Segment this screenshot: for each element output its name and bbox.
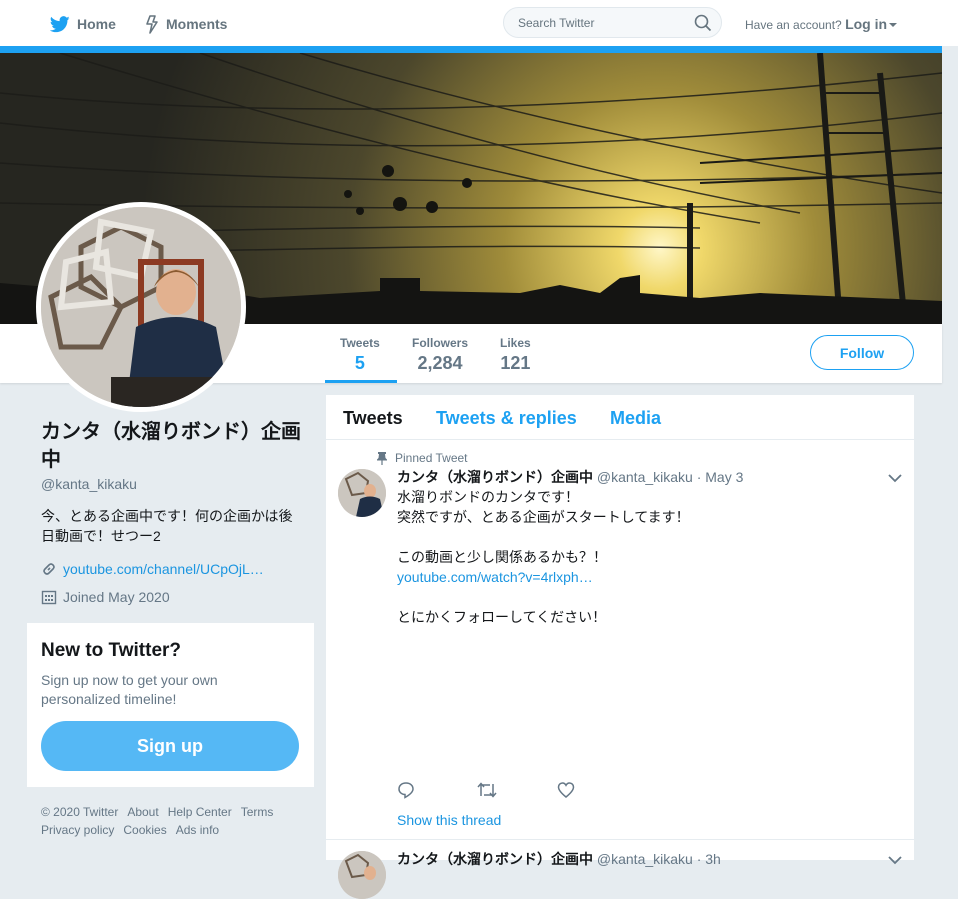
accent-strip (0, 46, 942, 53)
pin-icon (377, 452, 387, 465)
retweet-button[interactable] (477, 781, 557, 804)
tweet-link[interactable]: youtube.com/watch?v=4rlxph… (397, 569, 593, 585)
pinned-tweet-label: Pinned Tweet (376, 451, 468, 465)
retweet-icon (477, 782, 497, 798)
profile-url-link[interactable]: youtube.com/channel/UCpOjL… (63, 561, 264, 577)
footer-cookies[interactable]: Cookies (123, 823, 166, 837)
tweet-header: カンタ（水溜りボンド）企画中 @kanta_kikaku · May 3 (397, 467, 743, 487)
footer-links: © 2020 Twitter About Help Center Terms Priv… (41, 803, 311, 839)
have-account-text: Have an account? (745, 18, 842, 32)
link-icon (43, 563, 55, 575)
stat-followers[interactable]: Followers 2,284 (412, 336, 468, 374)
top-navigation-bar: Home Moments Have an account? Log in (0, 0, 958, 47)
stat-followers-label: Followers (412, 336, 469, 350)
timeline: Tweets Tweets & replies Media Pinned Twe… (326, 395, 914, 899)
calendar-icon (41, 590, 57, 605)
tweet-2-date[interactable]: · 3h (697, 851, 721, 867)
follow-button[interactable]: Follow (810, 335, 914, 370)
nav-home[interactable]: Home (50, 14, 116, 34)
tweet-2-header: カンタ（水溜りボンド）企画中 @kanta_kikaku · 3h (397, 849, 721, 869)
tweet-line-4: とにかくフォローしてください！ (397, 609, 607, 625)
profile-url-row: youtube.com/channel/UCpOjL… (41, 561, 264, 577)
tweet-2-author-handle[interactable]: @kanta_kikaku (597, 851, 693, 867)
footer-ads-info[interactable]: Ads info (176, 823, 219, 837)
tweet-2-avatar[interactable] (338, 851, 386, 899)
tab-media[interactable]: Media (610, 408, 661, 429)
stat-likes[interactable]: Likes 121 (500, 336, 531, 374)
tweet-2-avatar-image (338, 851, 386, 899)
search-box (503, 7, 722, 38)
profile-joined-date: Joined May 2020 (63, 589, 170, 605)
like-button[interactable] (557, 781, 637, 804)
profile-handle: @kanta_kikaku (41, 476, 137, 492)
footer-about[interactable]: About (127, 805, 158, 819)
tab-tweets-replies[interactable]: Tweets & replies (436, 408, 577, 429)
tweet-author-name[interactable]: カンタ（水溜りボンド）企画中 (397, 469, 593, 485)
signup-card-title: New to Twitter? (41, 640, 182, 661)
tweet-2-author-name[interactable]: カンタ（水溜りボンド）企画中 (397, 851, 593, 867)
footer-privacy[interactable]: Privacy policy (41, 823, 114, 837)
tweet-actions (397, 781, 637, 804)
stat-tweets-value: 5 (354, 353, 365, 373)
chevron-down-icon[interactable] (888, 473, 902, 483)
nav-moments[interactable]: Moments (145, 14, 227, 34)
tweet-author-handle[interactable]: @kanta_kikaku (597, 469, 693, 485)
like-icon (557, 782, 575, 798)
profile-avatar[interactable] (36, 202, 246, 412)
tweet-line-1: 水溜りボンドのカンタです！ (397, 489, 579, 505)
reply-button[interactable] (397, 781, 477, 804)
reply-icon (398, 782, 414, 799)
caret-down-icon (889, 23, 898, 28)
nav-home-label: Home (77, 16, 116, 32)
active-stat-underline (325, 380, 397, 383)
search-icon[interactable] (694, 14, 712, 32)
profile-name: カンタ（水溜りボンド）企画中 (41, 421, 301, 471)
search-input[interactable] (516, 15, 690, 31)
tweet-line-2: 突然ですが、とある企画がスタートしてます！ (397, 509, 690, 525)
timeline-tabs: Tweets Tweets & replies Media (326, 395, 914, 440)
login-label: Log in (845, 16, 888, 32)
avatar-image (41, 207, 241, 407)
account-area: Have an account? Log in (745, 16, 898, 32)
tweet-line-3: この動画と少し関係あるかも？！ (397, 549, 607, 565)
signup-card: New to Twitter? Sign up now to get your … (27, 623, 314, 787)
profile-bio: 今、とある企画中です！何の企画かは後日動画で！せつー2 (41, 508, 293, 544)
chevron-down-icon[interactable] (888, 855, 902, 865)
tab-tweets[interactable]: Tweets (343, 408, 403, 429)
tweet-body: 水溜りボンドのカンタです！ 突然ですが、とある企画がスタートしてます！ この動画… (397, 487, 877, 627)
stat-likes-label: Likes (500, 336, 531, 350)
footer-help-center[interactable]: Help Center (168, 805, 232, 819)
profile-joined-row: Joined May 2020 (41, 589, 170, 605)
lightning-icon (146, 14, 158, 34)
tweet-avatar-image (338, 469, 386, 517)
stat-followers-value: 2,284 (417, 353, 463, 373)
footer-terms[interactable]: Terms (241, 805, 274, 819)
nav-moments-label: Moments (166, 16, 228, 32)
stat-tweets[interactable]: Tweets 5 (340, 336, 380, 374)
signup-card-text: Sign up now to get your own personalized… (41, 672, 218, 707)
tweet-divider (326, 839, 914, 840)
signup-button[interactable]: Sign up (41, 721, 299, 771)
stat-tweets-label: Tweets (340, 336, 380, 350)
twitter-bird-icon (50, 15, 70, 32)
tweet-avatar[interactable] (338, 469, 386, 517)
login-link[interactable]: Log in (845, 16, 898, 32)
stat-likes-value: 121 (500, 353, 531, 373)
pinned-tweet-text: Pinned Tweet (395, 451, 468, 465)
tweet-date[interactable]: · May 3 (697, 469, 744, 485)
footer-copyright: © 2020 Twitter (41, 805, 119, 819)
show-thread-link[interactable]: Show this thread (397, 812, 501, 828)
